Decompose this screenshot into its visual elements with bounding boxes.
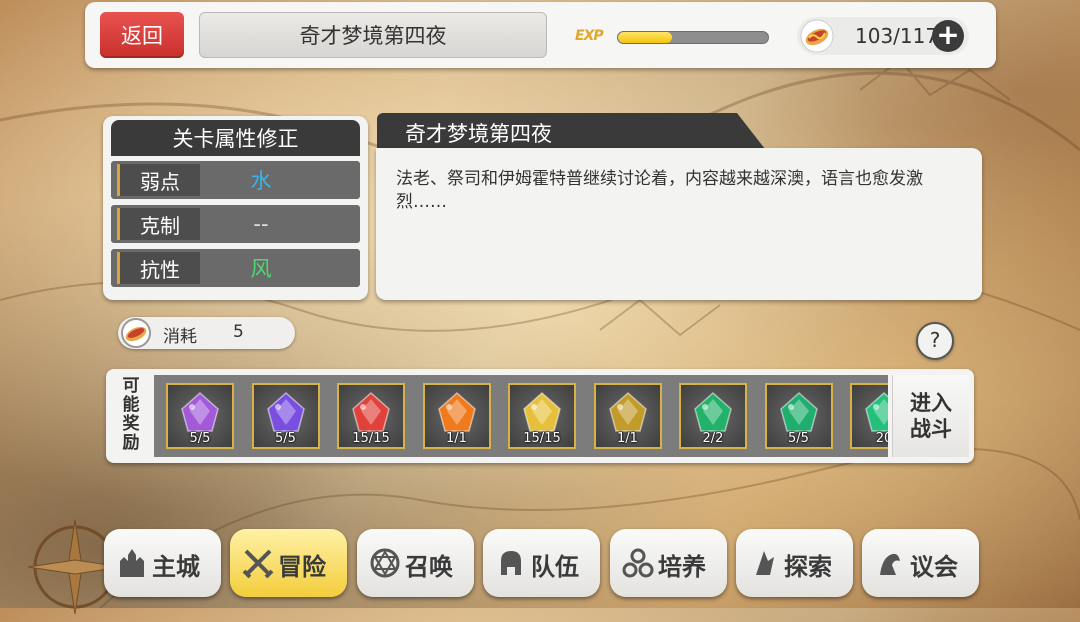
exp-progress-fill xyxy=(618,32,672,43)
nav-cultivate[interactable]: 培养 xyxy=(610,529,727,597)
cost-value: 5 xyxy=(233,322,244,342)
attribute-row-resistance: 抗性 风 xyxy=(111,249,360,287)
add-stamina-button[interactable]: + xyxy=(932,20,964,52)
reward-count: 2/2 xyxy=(702,431,724,446)
reward-count: 1/1 xyxy=(617,431,638,446)
reward-count: 1/1 xyxy=(446,431,467,446)
nav-summon-circle[interactable]: 召唤 xyxy=(357,529,474,597)
rewards-label: 可能奖励 xyxy=(122,376,140,453)
explore-icon xyxy=(756,551,774,575)
nav-label: 召唤 xyxy=(405,553,453,581)
nav-crossed-swords[interactable]: 冒险 xyxy=(230,529,347,597)
reward-item[interactable]: 5/5 xyxy=(764,383,833,449)
attribute-row-counter: 克制 -- xyxy=(111,205,360,243)
cultivate-icon xyxy=(622,548,654,578)
attribute-panel-title: 关卡属性修正 xyxy=(111,120,360,156)
enter-battle-button[interactable]: 进入战斗 xyxy=(892,375,969,457)
reward-count: 20 xyxy=(875,431,888,446)
reward-item[interactable]: 15/15 xyxy=(508,383,576,449)
reward-count: 15/15 xyxy=(523,431,561,446)
hotdog-stamina-icon xyxy=(800,19,834,53)
map-background xyxy=(0,58,1080,608)
nav-label: 队伍 xyxy=(531,553,579,581)
exp-progress-bar xyxy=(617,31,769,44)
nav-label: 主城 xyxy=(152,553,200,581)
attribute-key: 抗性 xyxy=(117,252,200,284)
rewards-list[interactable]: 5/5 5/5 15/15 1/1 15/15 1/1 2/2 5/5 20 xyxy=(154,375,888,457)
nav-council[interactable]: 议会 xyxy=(862,529,979,597)
nav-label: 探索 xyxy=(784,553,832,581)
exp-label: EXP xyxy=(575,28,604,44)
reward-item[interactable]: 1/1 xyxy=(422,383,491,449)
stamina-counter: 103/117 + xyxy=(797,17,969,55)
nav-label: 议会 xyxy=(910,553,958,581)
attribute-value: 风 xyxy=(250,257,272,281)
back-button[interactable]: 返回 xyxy=(100,12,184,58)
reward-item[interactable]: 5/5 xyxy=(166,383,234,449)
nav-label: 冒险 xyxy=(278,553,326,581)
attribute-value: 水 xyxy=(250,169,272,193)
reward-count: 5/5 xyxy=(788,431,809,446)
stamina-value: 103/117 xyxy=(855,24,939,48)
attribute-row-weakness: 弱点 水 xyxy=(111,161,360,199)
crossed-swords-icon xyxy=(242,549,274,579)
enter-battle-label: 进入战斗 xyxy=(910,391,952,441)
description-title-tab: 奇才梦境第四夜 xyxy=(377,113,765,149)
rewards-panel: 可能奖励 5/5 5/5 15/15 1/1 15/15 1/1 2/2 5/5 20 进入战斗 xyxy=(106,369,974,463)
attribute-key: 弱点 xyxy=(117,164,200,196)
attribute-value: -- xyxy=(253,212,269,236)
hotdog-stamina-icon xyxy=(121,318,151,348)
nav-castle[interactable]: 主城 xyxy=(104,529,221,597)
attribute-key: 克制 xyxy=(117,208,200,240)
council-icon xyxy=(880,553,900,575)
help-button[interactable]: ? xyxy=(916,322,954,360)
reward-item[interactable]: 2/2 xyxy=(679,383,747,449)
nav-label: 培养 xyxy=(658,553,706,581)
reward-item[interactable]: 20 xyxy=(850,383,888,449)
description-title: 奇才梦境第四夜 xyxy=(405,122,552,146)
top-bar: 返回 奇才梦境第四夜 EXP 103/117 + xyxy=(85,2,996,68)
summon-circle-icon xyxy=(370,548,400,578)
reward-count: 15/15 xyxy=(352,431,390,446)
nav-team-helmet[interactable]: 队伍 xyxy=(483,529,600,597)
description-panel: 法老、祭司和伊姆霍特普继续讨论着，内容越来越深澳，语言也愈发激烈…… xyxy=(376,148,982,300)
reward-item[interactable]: 5/5 xyxy=(251,383,320,449)
reward-count: 5/5 xyxy=(275,431,296,446)
reward-item[interactable]: 15/15 xyxy=(337,383,405,449)
reward-count: 5/5 xyxy=(189,431,211,446)
stage-attribute-panel: 关卡属性修正 弱点 水 克制 -- 抗性 风 xyxy=(103,116,368,300)
stamina-cost: 消耗 5 xyxy=(118,317,295,349)
nav-explore[interactable]: 探索 xyxy=(736,529,853,597)
stage-title: 奇才梦境第四夜 xyxy=(199,12,547,58)
castle-icon xyxy=(120,549,144,577)
cost-label: 消耗 xyxy=(163,327,197,347)
team-helmet-icon xyxy=(501,551,521,575)
description-text: 法老、祭司和伊姆霍特普继续讨论着，内容越来越深澳，语言也愈发激烈…… xyxy=(396,169,923,212)
reward-item[interactable]: 1/1 xyxy=(593,383,662,449)
